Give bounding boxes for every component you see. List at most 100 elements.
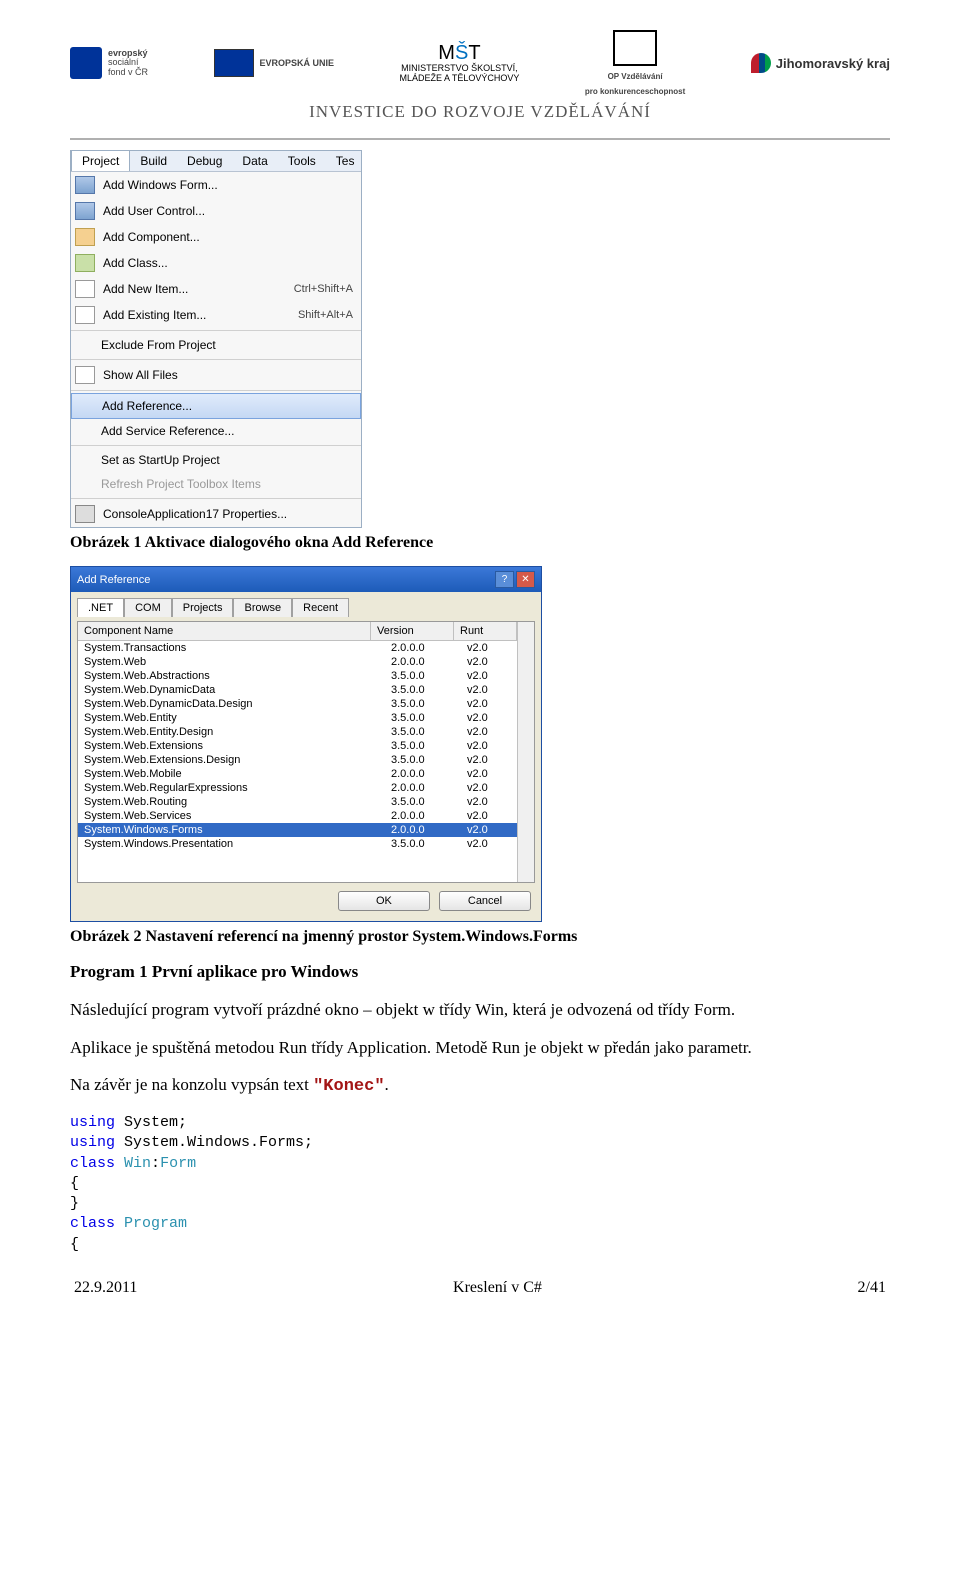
grid-row[interactable]: System.Web.Entity.Design3.5.0.0v2.0: [78, 725, 517, 739]
class-icon: [75, 254, 95, 272]
menu-item[interactable]: Add Reference...: [71, 393, 361, 419]
dialog-tabs: .NETCOMProjectsBrowseRecent: [77, 598, 535, 617]
grid-row[interactable]: System.Web.Extensions.Design3.5.0.0v2.0: [78, 753, 517, 767]
vertical-scrollbar[interactable]: [517, 622, 534, 882]
prop-icon: [75, 505, 95, 523]
add-reference-dialog: Add Reference ? ✕ .NETCOMProjectsBrowseR…: [70, 566, 542, 922]
cell-name: System.Web.Abstractions: [78, 670, 391, 682]
menubar-tools[interactable]: Tools: [278, 151, 326, 171]
close-icon[interactable]: ✕: [516, 571, 535, 588]
menu-item-label: Add Service Reference...: [101, 424, 234, 438]
vs-menubar: ProjectBuildDebugDataToolsTes: [71, 151, 361, 172]
cell-name: System.Web.DynamicData: [78, 684, 391, 696]
tab-browse[interactable]: Browse: [233, 598, 292, 617]
tab-net[interactable]: .NET: [77, 598, 124, 617]
paragraph-1: Následující program vytvoří prázdné okno…: [70, 998, 890, 1022]
p3-text: Na závěr je na konzolu vypsán text: [70, 1075, 313, 1094]
cell-version: 2.0.0.0: [391, 810, 467, 822]
menu-item-label: Show All Files: [103, 368, 178, 382]
cell-name: System.Web.Entity.Design: [78, 726, 391, 738]
blank-icon: [75, 452, 93, 468]
dialog-titlebar: Add Reference ? ✕: [71, 567, 541, 592]
grid-row[interactable]: System.Transactions2.0.0.0v2.0: [78, 641, 517, 655]
cell-name: System.Web.Extensions: [78, 740, 391, 752]
grid-row[interactable]: System.Windows.Presentation3.5.0.0v2.0: [78, 837, 517, 851]
menubar-tes[interactable]: Tes: [326, 151, 365, 171]
cell-version: 3.5.0.0: [391, 838, 467, 850]
menu-item[interactable]: Add Class...: [71, 250, 361, 276]
cell-version: 3.5.0.0: [391, 712, 467, 724]
eu-label: EVROPSKÁ UNIE: [260, 58, 335, 68]
grid-row[interactable]: System.Web.Services2.0.0.0v2.0: [78, 809, 517, 823]
code-brace-2: }: [70, 1195, 79, 1212]
menu-item-label: Exclude From Project: [101, 338, 216, 352]
menu-item-label: Add Existing Item...: [103, 308, 206, 322]
cell-name: System.Windows.Presentation: [78, 838, 391, 850]
menu-item[interactable]: Set as StartUp Project: [71, 448, 361, 472]
grid-row[interactable]: System.Web.Abstractions3.5.0.0v2.0: [78, 669, 517, 683]
cell-runtime: v2.0: [467, 754, 517, 766]
tab-projects[interactable]: Projects: [172, 598, 234, 617]
figure1-caption: Obrázek 1 Aktivace dialogového okna Add …: [70, 534, 890, 552]
grid-row[interactable]: System.Windows.Forms2.0.0.0v2.0: [78, 823, 517, 837]
help-icon[interactable]: ?: [495, 571, 514, 588]
col-runtime[interactable]: Runt: [454, 622, 517, 640]
kw-class-1: class: [70, 1155, 115, 1172]
menu-item[interactable]: Add Existing Item...Shift+Alt+A: [71, 302, 361, 328]
menu-item[interactable]: Add Windows Form...: [71, 172, 361, 198]
kw-using-2: using: [70, 1134, 115, 1151]
form-icon: [75, 202, 95, 220]
tab-com[interactable]: COM: [124, 598, 172, 617]
cell-runtime: v2.0: [467, 712, 517, 724]
blank-icon: [76, 398, 94, 414]
menubar-project[interactable]: Project: [71, 150, 130, 171]
grid-row[interactable]: System.Web.DynamicData.Design3.5.0.0v2.0: [78, 697, 517, 711]
item-icon: [75, 306, 95, 324]
jmk-logo: Jihomoravský kraj: [751, 53, 890, 73]
menu-item: Refresh Project Toolbox Items: [71, 472, 361, 496]
menu-item[interactable]: Show All Files: [71, 362, 361, 388]
cell-runtime: v2.0: [467, 642, 517, 654]
esf-line3: fond v ČR: [108, 67, 148, 77]
menu-separator: [71, 498, 361, 499]
menubar-debug[interactable]: Debug: [177, 151, 232, 171]
opvk-icon: [613, 30, 657, 66]
menu-item-label: Add User Control...: [103, 204, 205, 218]
menu-item[interactable]: Add New Item...Ctrl+Shift+A: [71, 276, 361, 302]
cell-version: 3.5.0.0: [391, 726, 467, 738]
cell-runtime: v2.0: [467, 838, 517, 850]
grid-row[interactable]: System.Web.Routing3.5.0.0v2.0: [78, 795, 517, 809]
vs-project-menu: ProjectBuildDebugDataToolsTes Add Window…: [70, 150, 362, 528]
cell-name: System.Web.Mobile: [78, 768, 391, 780]
footer-page: 2/41: [858, 1279, 886, 1297]
cell-version: 3.5.0.0: [391, 698, 467, 710]
col-version[interactable]: Version: [371, 622, 454, 640]
menu-item[interactable]: ConsoleApplication17 Properties...: [71, 501, 361, 527]
esf-logo: evropský sociální fond v ČR: [70, 47, 148, 79]
tab-recent[interactable]: Recent: [292, 598, 349, 617]
cell-runtime: v2.0: [467, 684, 517, 696]
grid-row[interactable]: System.Web.RegularExpressions2.0.0.0v2.0: [78, 781, 517, 795]
grid-row[interactable]: System.Web.Extensions3.5.0.0v2.0: [78, 739, 517, 753]
header-separator: [70, 138, 890, 140]
menubar-build[interactable]: Build: [130, 151, 177, 171]
code-sp2: [115, 1215, 124, 1232]
grid-row[interactable]: System.Web.Entity3.5.0.0v2.0: [78, 711, 517, 725]
menu-item[interactable]: Add Component...: [71, 224, 361, 250]
menu-item[interactable]: Add User Control...: [71, 198, 361, 224]
paragraph-3: Na závěr je na konzolu vypsán text "Kone…: [70, 1073, 890, 1099]
cancel-button[interactable]: Cancel: [439, 891, 531, 911]
code-l2: System.Windows.Forms;: [115, 1134, 313, 1151]
cell-name: System.Transactions: [78, 642, 391, 654]
grid-row[interactable]: System.Web2.0.0.0v2.0: [78, 655, 517, 669]
grid-row[interactable]: System.Web.DynamicData3.5.0.0v2.0: [78, 683, 517, 697]
grid-row[interactable]: System.Web.Mobile2.0.0.0v2.0: [78, 767, 517, 781]
menu-item[interactable]: Exclude From Project: [71, 333, 361, 357]
col-component-name[interactable]: Component Name: [78, 622, 371, 640]
menu-item[interactable]: Add Service Reference...: [71, 419, 361, 443]
menubar-data[interactable]: Data: [232, 151, 277, 171]
code-l1: System;: [115, 1114, 187, 1131]
cell-name: System.Web.Services: [78, 810, 391, 822]
item-icon: [75, 280, 95, 298]
ok-button[interactable]: OK: [338, 891, 430, 911]
